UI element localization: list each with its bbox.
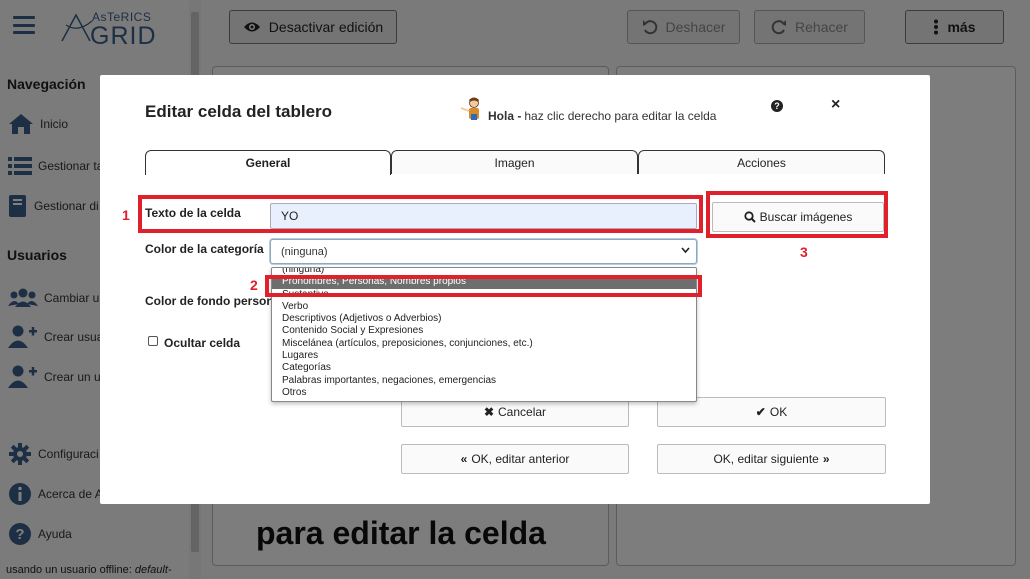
person-pointing-icon [460, 97, 479, 120]
dropdown-option[interactable]: Descriptivos (Adjetivos o Adverbios) [272, 313, 696, 325]
double-chevron-left-icon: « [460, 452, 468, 466]
dropdown-option[interactable]: Contenido Social y Expresiones [272, 325, 696, 337]
ok-label: OK [769, 405, 788, 419]
double-chevron-right-icon: » [822, 452, 830, 466]
annotation-number-3: 3 [800, 244, 808, 260]
close-icon: ✖ [483, 405, 495, 419]
modal-hint: Hola - haz clic derecho para editar la c… [458, 97, 716, 123]
ok-edit-next-button[interactable]: OK, editar siguiente » [657, 444, 886, 474]
category-selected-value: (ninguna) [281, 246, 328, 258]
hint-text: haz clic derecho para editar la celda [524, 109, 717, 123]
annotation-number-2: 2 [250, 277, 258, 293]
modal-tabs: General Imagen Acciones [145, 150, 885, 175]
category-color-select[interactable]: (ninguna) [270, 239, 697, 264]
ok-edit-previous-button[interactable]: « OK, editar anterior [401, 444, 629, 474]
tab-general[interactable]: General [145, 150, 391, 175]
annotation-box-1 [138, 195, 703, 233]
dropdown-option[interactable]: Miscelánea (artículos, preposiciones, co… [272, 338, 696, 350]
hint-bold: Hola - [488, 109, 522, 123]
help-icon[interactable]: ? [771, 100, 783, 112]
annotation-box-2 [265, 275, 702, 297]
tab-image[interactable]: Imagen [391, 150, 638, 174]
dropdown-option[interactable]: Palabras importantes, negaciones, emerge… [272, 375, 696, 387]
dropdown-option[interactable]: Otros [272, 387, 696, 399]
dropdown-option[interactable]: Lugares [272, 350, 696, 362]
background-color-label: Color de fondo persona [145, 294, 281, 308]
dropdown-option[interactable]: Verbo [272, 301, 696, 313]
close-icon[interactable]: × [831, 96, 840, 114]
dropdown-option[interactable]: Categorías [272, 362, 696, 374]
modal-title: Editar celda del tablero [145, 102, 333, 121]
ok-edit-previous-label: OK, editar anterior [471, 452, 570, 466]
ok-edit-next-label: OK, editar siguiente [713, 452, 819, 466]
annotation-box-3 [706, 191, 888, 238]
hide-cell-checkbox[interactable] [148, 336, 158, 346]
cancel-label: Cancelar [498, 405, 547, 419]
chevron-down-icon [681, 247, 690, 254]
check-icon: ✔ [755, 405, 766, 419]
annotation-number-1: 1 [122, 207, 130, 223]
tab-actions[interactable]: Acciones [638, 150, 885, 174]
category-color-label: Color de la categoría [145, 242, 264, 256]
hide-cell-label: Ocultar celda [164, 336, 241, 350]
